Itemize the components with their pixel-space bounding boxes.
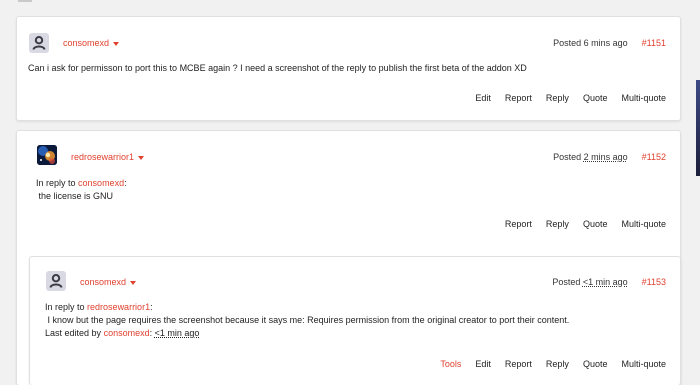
quote-button[interactable]: Quote	[583, 219, 608, 229]
post-actions: Tools Edit Report Reply Quote Multi-quot…	[440, 359, 666, 369]
caret-down-icon[interactable]	[138, 155, 145, 160]
post-text: I know but the page requires the screens…	[45, 315, 570, 325]
post-text: the license is GNU	[36, 191, 114, 201]
multi-quote-button[interactable]: Multi-quote	[621, 219, 666, 229]
quote-button[interactable]: Quote	[583, 359, 608, 369]
avatar[interactable]	[46, 271, 66, 291]
posted-time: Posted <1 min ago	[552, 277, 628, 287]
caret-down-icon[interactable]	[113, 41, 120, 46]
reply-button[interactable]: Reply	[546, 359, 569, 369]
post-meta: Posted <1 min ago #1153	[552, 277, 666, 287]
user-silhouette-icon	[49, 273, 63, 288]
username-link[interactable]: consomexd	[80, 277, 137, 287]
multi-quote-button[interactable]: Multi-quote	[621, 93, 666, 103]
reply-button[interactable]: Reply	[546, 219, 569, 229]
comment-post: consomexd Posted <1 min ago #1153 In rep…	[29, 256, 681, 385]
post-body: Can i ask for permisson to port this to …	[28, 63, 527, 73]
username-label: consomexd	[80, 277, 127, 287]
space-nebula-avatar	[37, 145, 57, 165]
post-actions: Report Reply Quote Multi-quote	[505, 219, 666, 229]
posted-time: Posted 2 mins ago	[553, 152, 628, 162]
multi-quote-button[interactable]: Multi-quote	[621, 359, 666, 369]
edit-button[interactable]: Edit	[475, 359, 491, 369]
edited-by-link[interactable]: consomexd	[104, 328, 150, 338]
post-meta: Posted 6 mins ago #1151	[553, 38, 666, 48]
scrollbar-edge[interactable]	[696, 80, 700, 176]
post-number-link[interactable]: #1152	[642, 152, 666, 162]
quote-button[interactable]: Quote	[583, 93, 608, 103]
post-body: In reply to redrosewarrior1: I know but …	[45, 301, 569, 340]
tools-button[interactable]: Tools	[440, 359, 461, 369]
post-body: In reply to consomexd: the license is GN…	[36, 177, 127, 203]
post-actions: Edit Report Reply Quote Multi-quote	[475, 93, 666, 103]
post-number-link[interactable]: #1153	[642, 277, 666, 287]
reply-to-link[interactable]: consomexd	[78, 178, 124, 188]
user-silhouette-icon	[32, 35, 46, 50]
report-button[interactable]: Report	[505, 93, 532, 103]
report-button[interactable]: Report	[505, 219, 532, 229]
reply-reference: In reply to consomexd:	[36, 178, 127, 188]
edit-button[interactable]: Edit	[475, 93, 491, 103]
reply-reference: In reply to redrosewarrior1:	[45, 302, 153, 312]
report-button[interactable]: Report	[505, 359, 532, 369]
comment-post: consomexd Posted 6 mins ago #1151 Can i …	[16, 16, 681, 121]
avatar[interactable]	[29, 33, 49, 53]
avatar[interactable]	[37, 145, 57, 165]
posted-time: Posted 6 mins ago	[553, 38, 628, 48]
top-fragment	[18, 0, 32, 2]
reply-to-link[interactable]: redrosewarrior1	[87, 302, 150, 312]
post-number-link[interactable]: #1151	[642, 38, 666, 48]
post-meta: Posted 2 mins ago #1152	[553, 152, 666, 162]
reply-button[interactable]: Reply	[546, 93, 569, 103]
username-link[interactable]: redrosewarrior1	[71, 152, 145, 162]
username-label: consomexd	[63, 38, 110, 48]
edited-note: Last edited by consomexd: <1 min ago	[45, 328, 200, 338]
username-label: redrosewarrior1	[71, 152, 135, 162]
username-link[interactable]: consomexd	[63, 38, 120, 48]
caret-down-icon[interactable]	[130, 280, 137, 285]
